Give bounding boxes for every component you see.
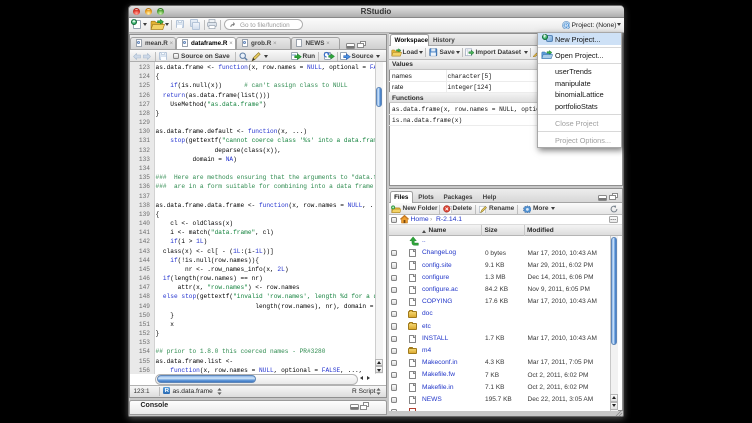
svg-text:R: R <box>564 23 568 29</box>
